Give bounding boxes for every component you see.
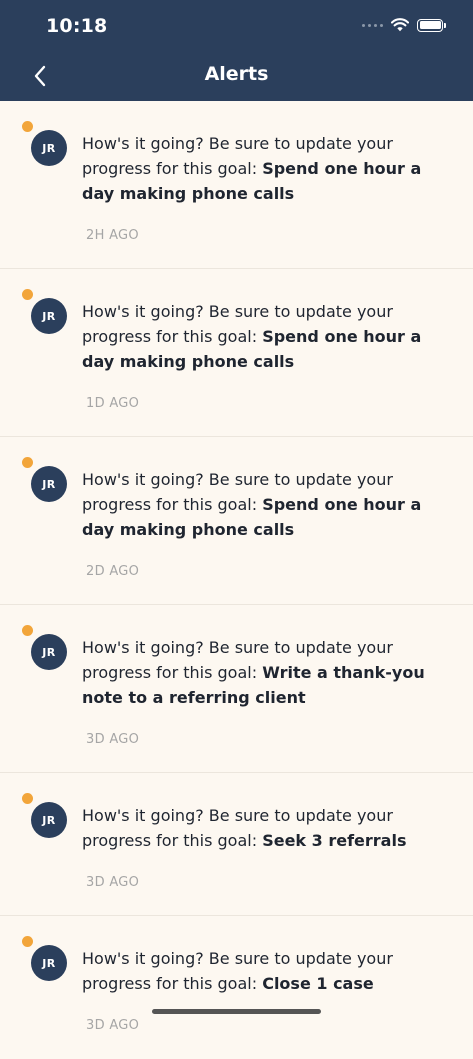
cellular-signal-icon (362, 23, 383, 27)
alert-list: JR How's it going? Be sure to update you… (0, 101, 473, 1059)
avatar-initials: JR (42, 477, 56, 491)
alert-goal-name: Seek 3 referrals (262, 831, 407, 850)
avatar: JR (31, 945, 67, 981)
avatar-initials: JR (42, 956, 56, 970)
unread-indicator (22, 936, 33, 947)
alert-item[interactable]: JR How's it going? Be sure to update you… (0, 916, 473, 1059)
unread-indicator (22, 625, 33, 636)
avatar: JR (31, 802, 67, 838)
unread-indicator (22, 793, 33, 804)
alert-timestamp: 3D AGO (86, 875, 140, 890)
alert-message: How's it going? Be sure to update your p… (82, 803, 452, 853)
avatar: JR (31, 466, 67, 502)
avatar-initials: JR (42, 141, 56, 155)
unread-indicator (22, 121, 33, 132)
avatar: JR (31, 634, 67, 670)
wifi-icon (391, 18, 409, 32)
alert-timestamp: 2H AGO (86, 228, 139, 243)
alert-timestamp: 2D AGO (86, 564, 140, 579)
alert-goal-name: Close 1 case (262, 974, 374, 993)
home-indicator[interactable] (152, 1009, 321, 1014)
alert-message: How's it going? Be sure to update your p… (82, 635, 452, 710)
alert-message: How's it going? Be sure to update your p… (82, 299, 452, 374)
alert-item[interactable]: JR How's it going? Be sure to update you… (0, 101, 473, 269)
alert-message: How's it going? Be sure to update your p… (82, 467, 452, 542)
app-header: 10:18 Alerts (0, 0, 473, 101)
avatar: JR (31, 130, 67, 166)
alert-item[interactable]: JR How's it going? Be sure to update you… (0, 269, 473, 437)
status-bar-time: 10:18 (46, 15, 108, 37)
unread-indicator (22, 289, 33, 300)
avatar-initials: JR (42, 813, 56, 827)
alert-item[interactable]: JR How's it going? Be sure to update you… (0, 437, 473, 605)
alert-message: How's it going? Be sure to update your p… (82, 946, 452, 996)
alert-timestamp: 1D AGO (86, 396, 140, 411)
alert-item[interactable]: JR How's it going? Be sure to update you… (0, 773, 473, 916)
avatar-initials: JR (42, 309, 56, 323)
alert-timestamp: 3D AGO (86, 1018, 140, 1033)
alert-item[interactable]: JR How's it going? Be sure to update you… (0, 605, 473, 773)
avatar: JR (31, 298, 67, 334)
avatar-initials: JR (42, 645, 56, 659)
alert-message: How's it going? Be sure to update your p… (82, 131, 452, 206)
page-title: Alerts (204, 63, 269, 85)
unread-indicator (22, 457, 33, 468)
battery-icon (417, 18, 446, 32)
status-bar-icons (362, 18, 446, 32)
alert-timestamp: 3D AGO (86, 732, 140, 747)
